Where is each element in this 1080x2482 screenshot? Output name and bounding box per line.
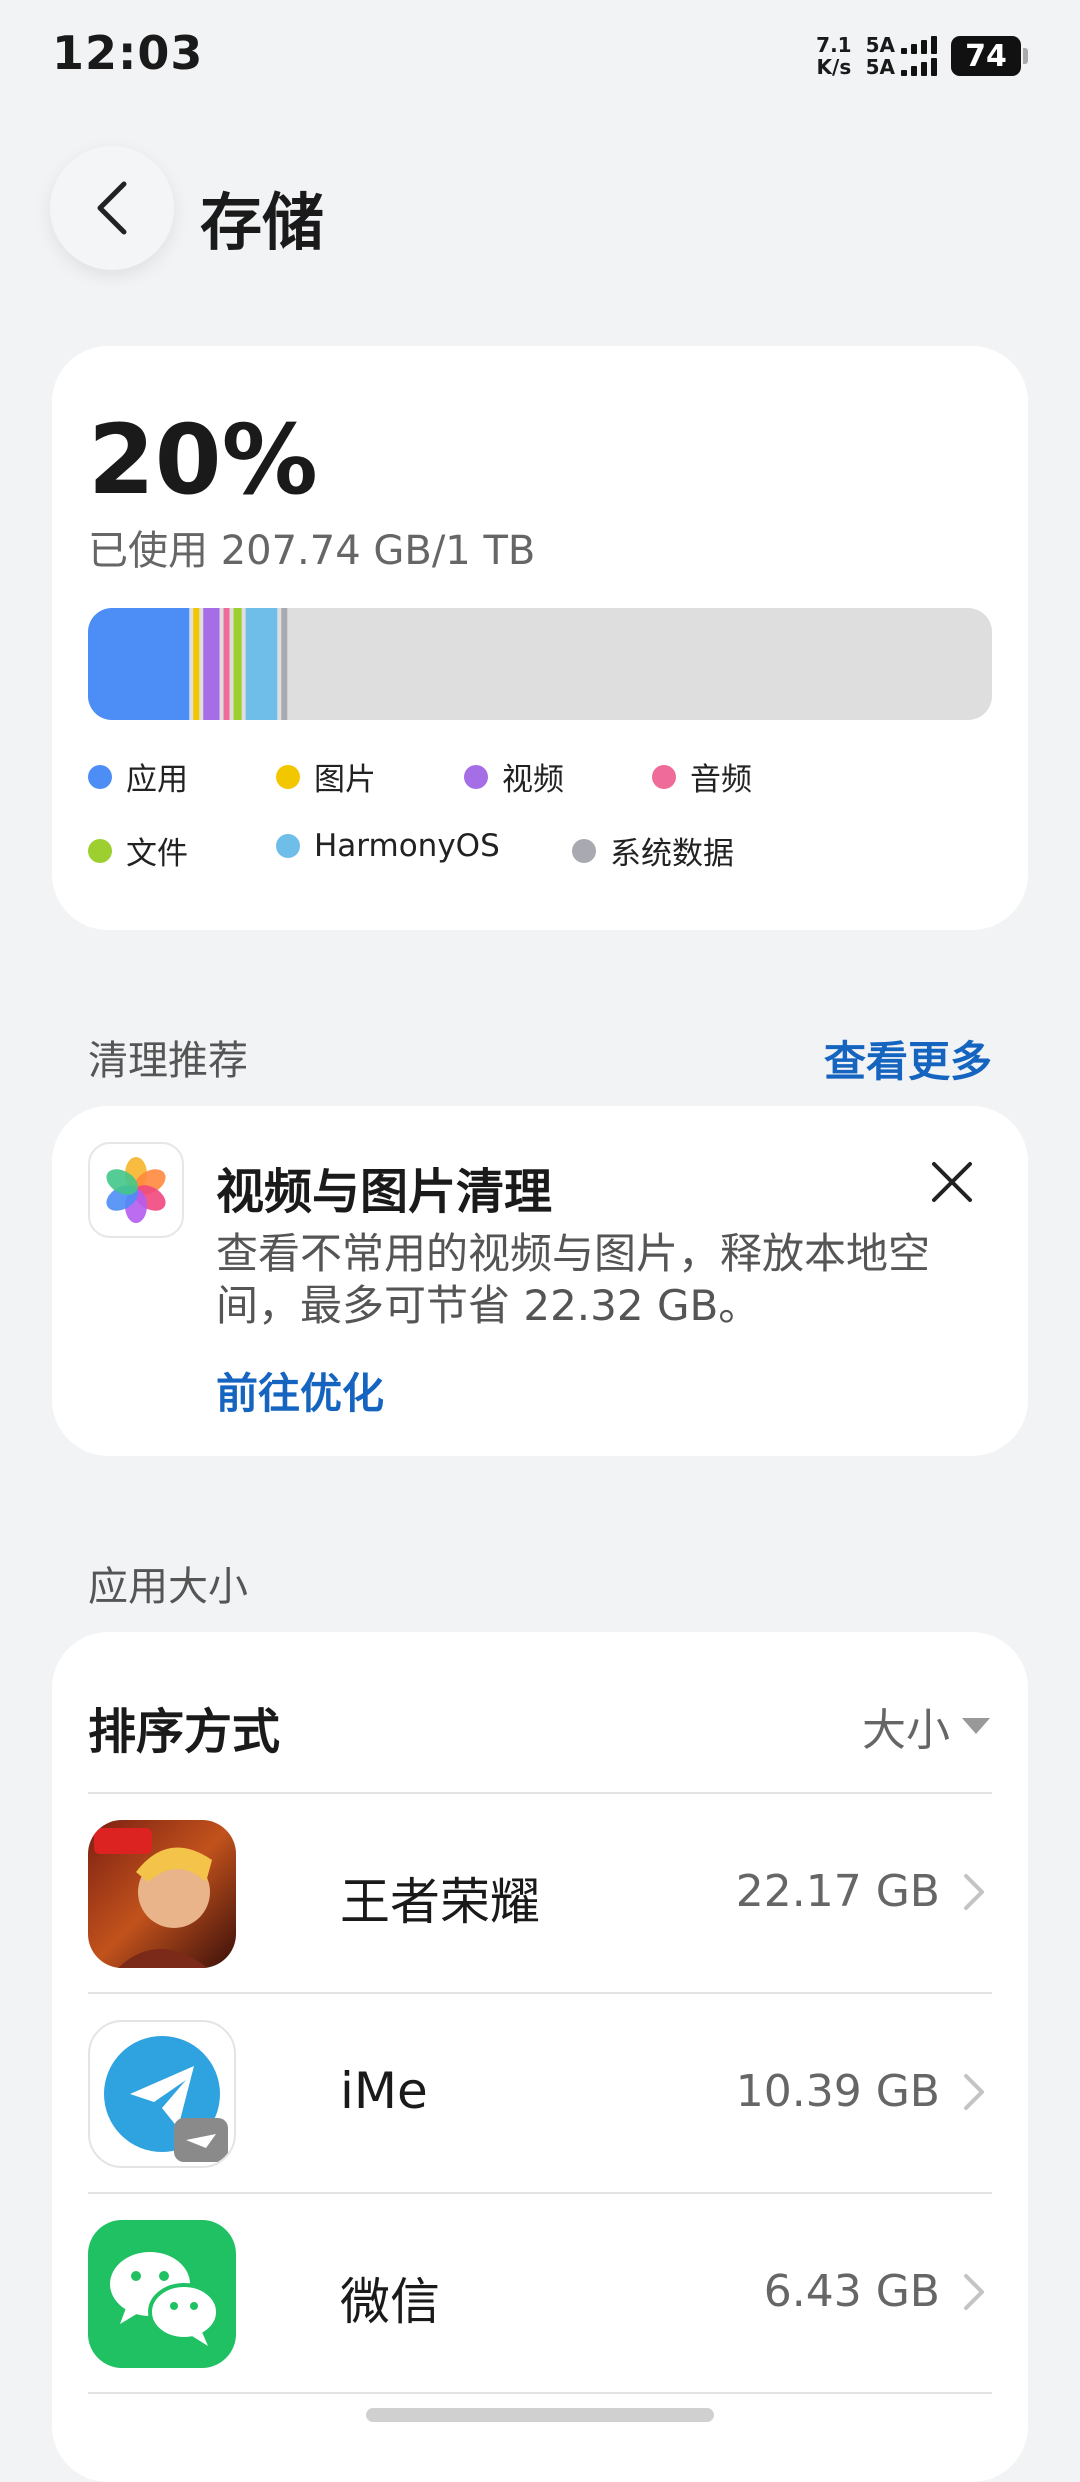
storage-segment-5 [245, 608, 278, 720]
wechat-icon [88, 2220, 236, 2368]
home-indicator[interactable] [366, 2408, 714, 2422]
legend-label: 文件 [126, 836, 188, 872]
legend-label: 应用 [126, 762, 188, 798]
network-speed-unit: K/s [816, 55, 852, 79]
battery-level: 74 [951, 36, 1021, 76]
divider [88, 2392, 992, 2394]
see-more-link[interactable]: 查看更多 [824, 1028, 992, 1089]
close-icon[interactable] [928, 1158, 976, 1206]
legend-dot [276, 834, 300, 858]
status-icons: 7.1 K/s 5A 5A 74 [816, 34, 1028, 78]
legend-label: 视频 [502, 762, 564, 798]
sort-label: 排序方式 [88, 1704, 281, 1760]
status-time: 12:03 [52, 26, 204, 80]
legend-item-harmonyos: HarmonyOS [276, 828, 500, 864]
game-icon [88, 1820, 236, 1968]
storage-segment-4 [233, 608, 242, 720]
app-size: 10.39 GB [735, 2066, 940, 2117]
storage-segment-2 [203, 608, 220, 720]
app-row-wechat[interactable]: 微信 6.43 GB [88, 2194, 992, 2374]
ime-icon [88, 2020, 236, 2168]
legend-item-apps: 应用 [88, 754, 188, 799]
chevron-right-icon [964, 1874, 984, 1910]
signal-icon: 5A 5A [866, 34, 937, 78]
app-size: 6.43 GB [763, 2266, 940, 2317]
cleanup-title: 视频与图片清理 [216, 1164, 553, 1220]
app-name: 微信 [340, 2273, 440, 2331]
legend-item-audio: 音频 [652, 754, 752, 799]
sort-dropdown[interactable]: 大小 [862, 1694, 992, 1758]
storage-segment-3 [223, 608, 230, 720]
legend-item-pictures: 图片 [276, 754, 376, 799]
chevron-right-icon [964, 2274, 984, 2310]
storage-segment-6 [281, 608, 288, 720]
battery-icon: 74 [951, 36, 1028, 76]
back-arrow-icon [97, 181, 127, 235]
app-row-game[interactable]: 王者荣耀 22.17 GB [88, 1794, 992, 1974]
optimize-link[interactable]: 前往优化 [216, 1360, 384, 1421]
legend-item-videos: 视频 [464, 754, 564, 799]
legend-item-system-data: 系统数据 [572, 828, 734, 873]
storage-usage-card: 20% 已使用 207.74 GB/1 TB 应用 图片 视频 音频 文件 Ha… [52, 346, 1028, 930]
legend-item-files: 文件 [88, 828, 188, 873]
app-size-card: 排序方式 大小 王者荣耀 22.17 GB iMe 10.39 GB 微信 6.… [52, 1632, 1028, 2482]
storage-bar-graphic [88, 608, 288, 720]
cleanup-card[interactable]: 视频与图片清理 查看不常用的视频与图片，释放本地空间，最多可节省 22.32 G… [52, 1106, 1028, 1456]
network-speed-value: 7.1 [816, 33, 852, 57]
app-size: 22.17 GB [735, 1866, 940, 1917]
legend-dot [276, 764, 300, 789]
legend-dot [88, 838, 112, 863]
legend-label: HarmonyOS [314, 828, 500, 864]
sort-value: 大小 [862, 1705, 950, 1756]
usage-text: 已使用 207.74 GB/1 TB [88, 528, 536, 574]
cleanup-description: 查看不常用的视频与图片，释放本地空间，最多可节省 22.32 GB。 [216, 1229, 931, 1330]
network-speed: 7.1 K/s [816, 34, 851, 78]
legend-label: 音频 [690, 762, 752, 798]
legend-dot [572, 838, 596, 863]
storage-bar [88, 608, 992, 720]
dropdown-triangle-icon [962, 1718, 990, 1734]
storage-segment-1 [193, 608, 200, 720]
legend-dot [88, 764, 112, 789]
app-name: 王者荣耀 [340, 1873, 540, 1931]
status-bar: 12:03 7.1 K/s 5A 5A 74 [0, 0, 1080, 110]
app-row-ime[interactable]: iMe 10.39 GB [88, 1994, 992, 2174]
page-title: 存储 [200, 186, 325, 259]
usage-percent: 20% [88, 404, 318, 516]
storage-segment-0 [88, 608, 190, 720]
legend-dot [652, 764, 676, 789]
back-button[interactable] [50, 146, 174, 270]
legend-label: 图片 [314, 762, 376, 798]
app-size-section-label: 应用大小 [88, 1564, 248, 1610]
sim1-label: 5A [865, 33, 895, 57]
cleanup-section-label: 清理推荐 [88, 1038, 248, 1084]
chevron-right-icon [964, 2074, 984, 2110]
app-name: iMe [340, 2062, 428, 2120]
legend-label: 系统数据 [610, 836, 734, 872]
sim2-label: 5A [865, 55, 895, 79]
legend-dot [464, 764, 488, 789]
gallery-icon [88, 1142, 184, 1238]
